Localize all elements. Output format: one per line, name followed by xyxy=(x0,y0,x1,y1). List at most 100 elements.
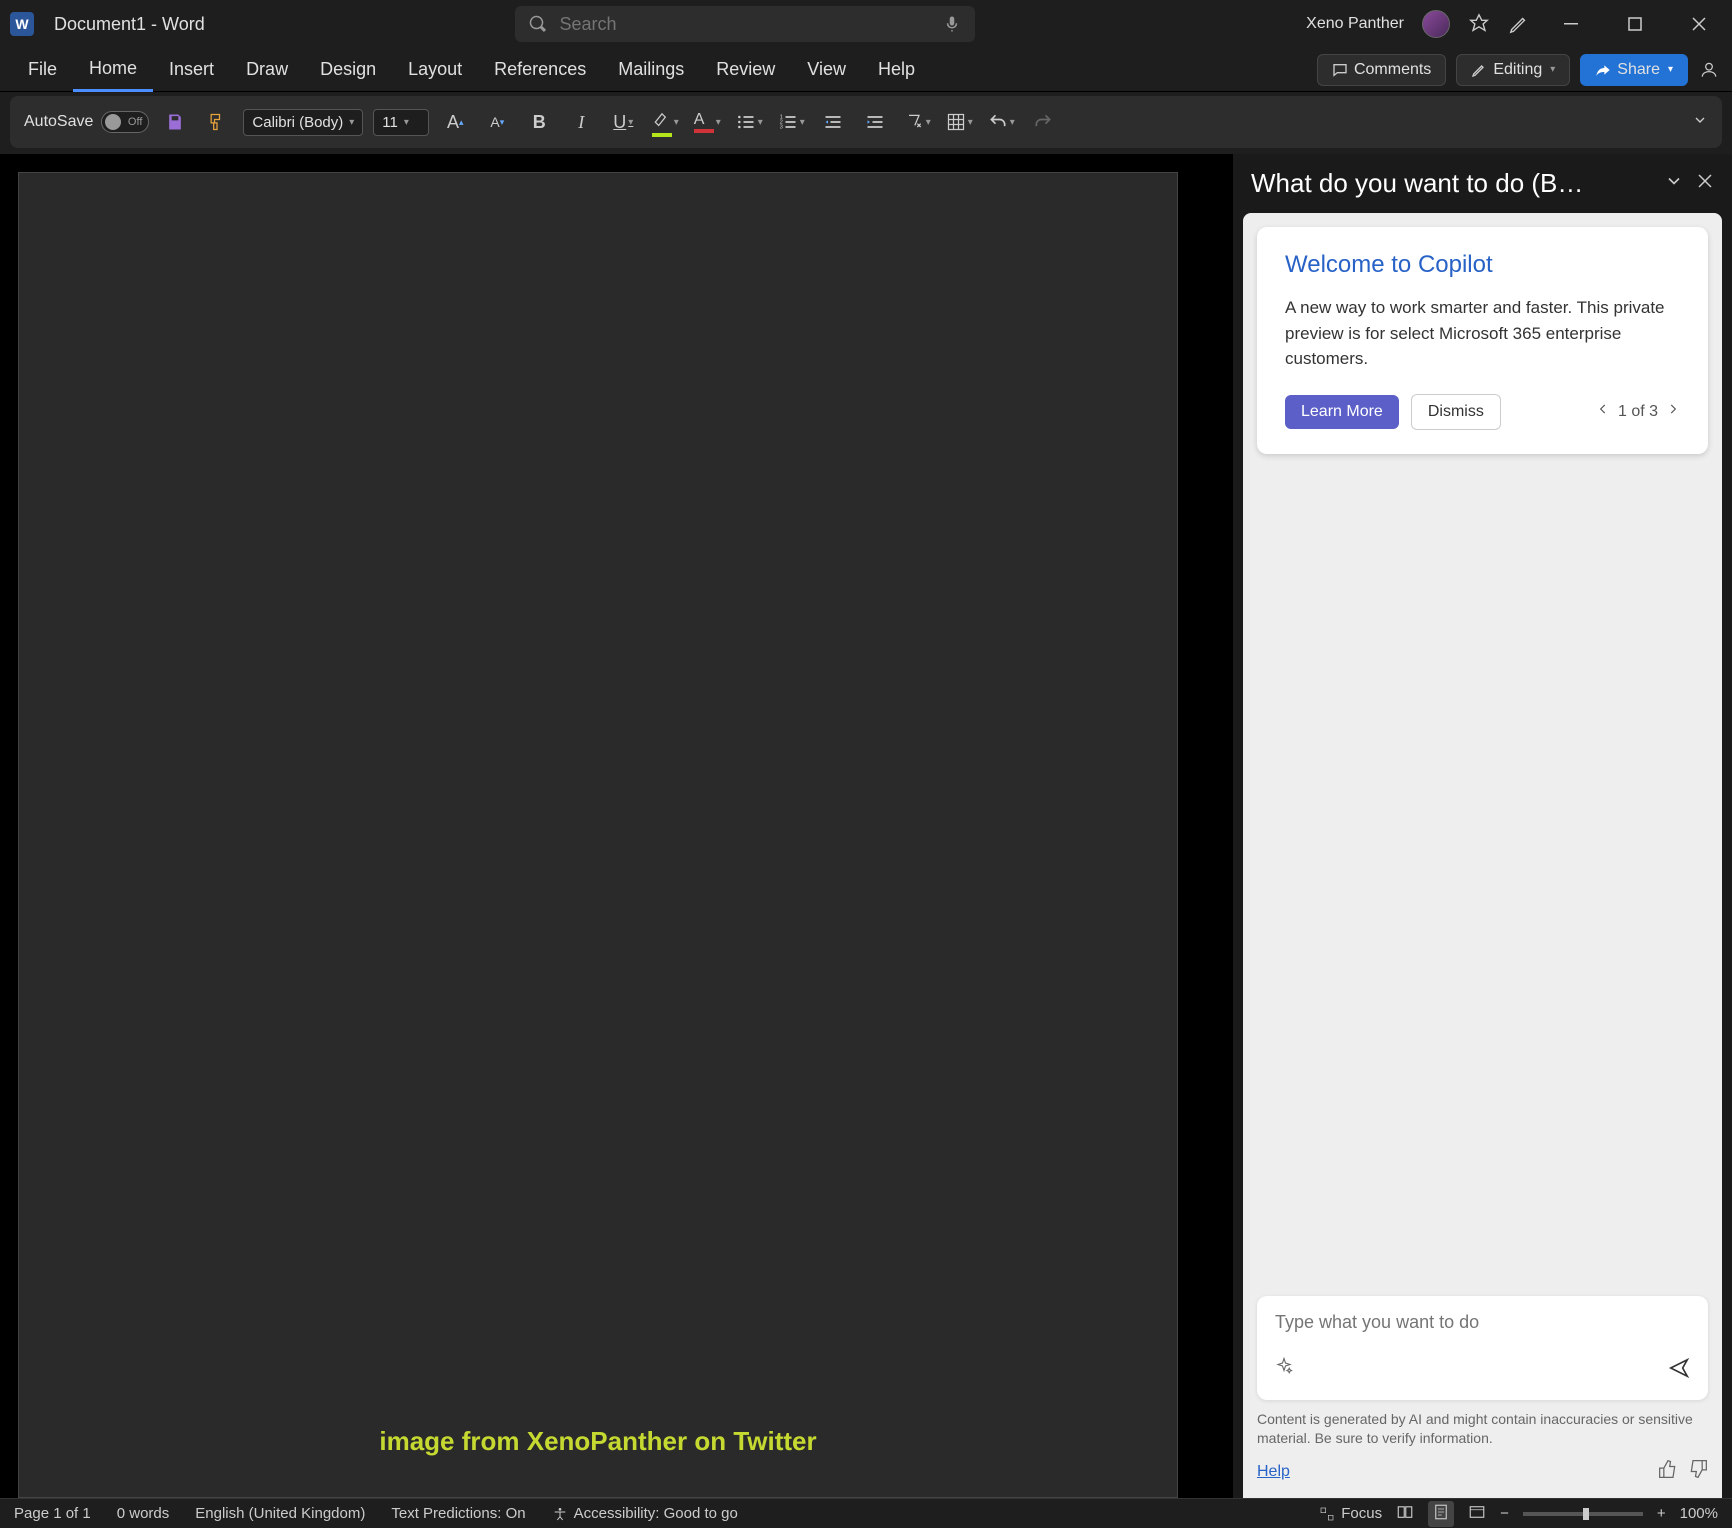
collapse-button[interactable] xyxy=(1664,171,1684,196)
grow-font-button[interactable]: A▴ xyxy=(439,106,471,138)
numbering-button[interactable]: 123▾ xyxy=(775,106,807,138)
send-icon[interactable] xyxy=(1668,1357,1690,1384)
status-page[interactable]: Page 1 of 1 xyxy=(14,1505,91,1522)
word-app-icon: W xyxy=(10,12,34,36)
font-color-button[interactable]: A▾ xyxy=(691,106,723,138)
status-accessibility[interactable]: Accessibility: Good to go xyxy=(552,1505,738,1522)
document-area[interactable]: image from XenoPanther on Twitter xyxy=(0,154,1232,1498)
minimize-button[interactable] xyxy=(1548,4,1594,44)
card-actions: Learn More Dismiss 1 of 3 xyxy=(1285,394,1680,430)
search-input[interactable] xyxy=(559,14,931,35)
tab-references[interactable]: References xyxy=(478,49,602,90)
bold-button[interactable]: B xyxy=(523,106,555,138)
font-name-select[interactable]: Calibri (Body)▾ xyxy=(243,109,363,136)
tab-mailings[interactable]: Mailings xyxy=(602,49,700,90)
zoom-value[interactable]: 100% xyxy=(1680,1505,1718,1522)
learn-more-button[interactable]: Learn More xyxy=(1285,395,1399,429)
close-button[interactable] xyxy=(1676,4,1722,44)
welcome-text: A new way to work smarter and faster. Th… xyxy=(1285,295,1680,372)
copilot-header: What do you want to do (B… xyxy=(1233,154,1732,213)
copilot-input[interactable] xyxy=(1275,1312,1690,1333)
copilot-body: Welcome to Copilot A new way to work sma… xyxy=(1243,213,1722,1498)
font-name-value: Calibri (Body) xyxy=(252,114,343,131)
close-panel-button[interactable] xyxy=(1696,172,1714,195)
redo-button[interactable] xyxy=(1027,106,1059,138)
format-painter-button[interactable] xyxy=(201,106,233,138)
tab-insert[interactable]: Insert xyxy=(153,49,230,90)
share-label: Share xyxy=(1617,61,1660,79)
statusbar: Page 1 of 1 0 words English (United King… xyxy=(0,1498,1732,1528)
save-button[interactable] xyxy=(159,106,191,138)
shrink-font-button[interactable]: A▾ xyxy=(481,106,513,138)
avatar[interactable] xyxy=(1422,10,1450,38)
pager-next-icon[interactable] xyxy=(1666,402,1680,421)
card-pager: 1 of 3 xyxy=(1596,402,1680,421)
zoom-slider[interactable] xyxy=(1523,1512,1643,1516)
ribbon-options-button[interactable] xyxy=(1692,112,1708,133)
status-language[interactable]: English (United Kingdom) xyxy=(195,1505,365,1522)
ribbon-tabs: File Home Insert Draw Design Layout Refe… xyxy=(0,48,1732,92)
copilot-panel: What do you want to do (B… Welcome to Co… xyxy=(1232,154,1732,1498)
titlebar: W Document1 - Word Xeno Panther xyxy=(0,0,1732,48)
people-icon[interactable] xyxy=(1698,59,1720,81)
decrease-indent-button[interactable] xyxy=(817,106,849,138)
table-button[interactable]: ▾ xyxy=(943,106,975,138)
autosave-label: AutoSave xyxy=(24,113,93,131)
welcome-title: Welcome to Copilot xyxy=(1285,251,1680,279)
read-mode-icon[interactable] xyxy=(1396,1503,1414,1525)
help-row: Help xyxy=(1257,1459,1708,1484)
clear-formatting-button[interactable]: ▾ xyxy=(901,106,933,138)
help-link[interactable]: Help xyxy=(1257,1463,1290,1481)
sparkle-icon[interactable] xyxy=(1275,1357,1293,1384)
thumbs-up-icon[interactable] xyxy=(1658,1459,1678,1484)
undo-button[interactable]: ▾ xyxy=(985,106,1017,138)
document-title[interactable]: Document1 - Word xyxy=(54,14,205,35)
editing-button[interactable]: Editing▾ xyxy=(1456,54,1570,86)
copilot-input-box[interactable] xyxy=(1257,1296,1708,1400)
web-layout-icon[interactable] xyxy=(1468,1503,1486,1525)
comments-button[interactable]: Comments xyxy=(1317,54,1446,86)
focus-mode-button[interactable]: Focus xyxy=(1319,1505,1382,1522)
maximize-button[interactable] xyxy=(1612,4,1658,44)
status-words[interactable]: 0 words xyxy=(117,1505,170,1522)
svg-text:3: 3 xyxy=(779,125,782,131)
tab-view[interactable]: View xyxy=(791,49,862,90)
tab-design[interactable]: Design xyxy=(304,49,392,90)
mic-icon[interactable] xyxy=(943,15,961,33)
status-predictions[interactable]: Text Predictions: On xyxy=(391,1505,525,1522)
disclaimer-text: Content is generated by AI and might con… xyxy=(1257,1410,1708,1449)
welcome-card: Welcome to Copilot A new way to work sma… xyxy=(1257,227,1708,454)
toolbar: AutoSave Off Calibri (Body)▾ 11▾ A▴ A▾ B… xyxy=(10,96,1722,148)
tab-file[interactable]: File xyxy=(12,49,73,90)
zoom-out-button[interactable]: − xyxy=(1500,1505,1509,1522)
editing-label: Editing xyxy=(1493,61,1542,79)
font-size-select[interactable]: 11▾ xyxy=(373,109,429,136)
search-icon xyxy=(529,15,547,33)
tab-home[interactable]: Home xyxy=(73,48,153,92)
premium-icon[interactable] xyxy=(1468,13,1490,35)
bullets-button[interactable]: ▾ xyxy=(733,106,765,138)
document-page[interactable]: image from XenoPanther on Twitter xyxy=(18,172,1178,1498)
tab-layout[interactable]: Layout xyxy=(392,49,478,90)
highlight-button[interactable]: ▾ xyxy=(649,106,681,138)
increase-indent-button[interactable] xyxy=(859,106,891,138)
zoom-in-button[interactable]: + xyxy=(1657,1505,1666,1522)
pen-icon[interactable] xyxy=(1508,13,1530,35)
search-box[interactable] xyxy=(515,6,975,42)
pager-prev-icon[interactable] xyxy=(1596,402,1610,421)
titlebar-right: Xeno Panther xyxy=(1306,4,1722,44)
autosave-toggle[interactable]: AutoSave Off xyxy=(24,111,149,133)
watermark-text: image from XenoPanther on Twitter xyxy=(379,1426,816,1457)
thumbs-down-icon[interactable] xyxy=(1688,1459,1708,1484)
underline-button[interactable]: U▾ xyxy=(607,106,639,138)
tab-review[interactable]: Review xyxy=(700,49,791,90)
username[interactable]: Xeno Panther xyxy=(1306,15,1404,33)
autosave-switch[interactable]: Off xyxy=(101,111,149,133)
font-size-value: 11 xyxy=(382,114,398,131)
italic-button[interactable]: I xyxy=(565,106,597,138)
tab-help[interactable]: Help xyxy=(862,49,931,90)
share-button[interactable]: Share▾ xyxy=(1580,54,1688,86)
tab-draw[interactable]: Draw xyxy=(230,49,304,90)
print-layout-icon[interactable] xyxy=(1428,1501,1454,1527)
dismiss-button[interactable]: Dismiss xyxy=(1411,394,1501,430)
